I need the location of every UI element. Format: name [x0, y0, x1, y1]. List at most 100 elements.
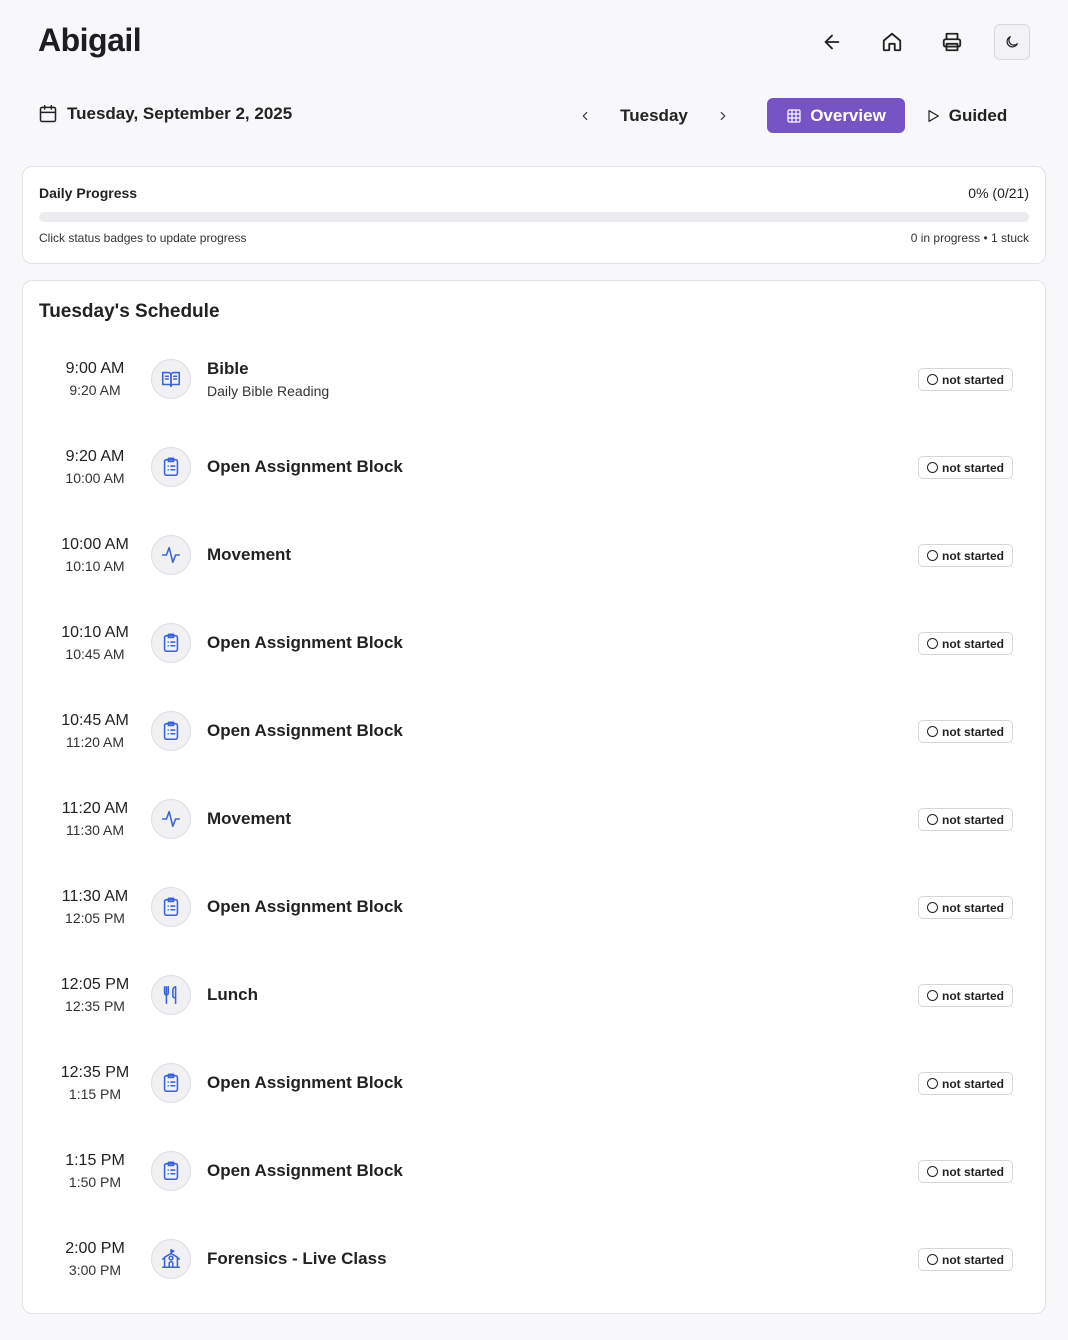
activity-subtitle: Daily Bible Reading: [207, 383, 330, 399]
schedule-item: 9:00 AM 9:20 AM Bible Daily Bible Readin…: [23, 335, 1045, 423]
status-label: not started: [941, 1076, 1004, 1091]
time-range: 11:20 AM 11:30 AM: [45, 799, 145, 840]
grid-icon: [787, 108, 801, 123]
start-time: 11:30 AM: [61, 888, 129, 905]
status-label: not started: [941, 900, 1004, 915]
start-time: 12:05 PM: [60, 976, 130, 993]
schedule-item: 11:20 AM 11:30 AM Movement not started: [23, 775, 1045, 863]
activity-info: Open Assignment Block: [207, 1039, 403, 1127]
guided-mode-button[interactable]: Guided: [916, 98, 1016, 133]
progress-hint: Click status badges to update progress: [39, 231, 247, 245]
activity-title: Open Assignment Block: [207, 633, 403, 652]
activity-icon-wrapper: [151, 535, 191, 575]
activity-icon-wrapper: [151, 447, 191, 487]
status-badge[interactable]: not started: [917, 1072, 1013, 1095]
status-label: not started: [941, 372, 1004, 387]
circle-icon: [926, 374, 938, 385]
end-time: 10:45 AM: [65, 646, 125, 662]
status-badge[interactable]: not started: [917, 368, 1013, 391]
status-badge[interactable]: not started: [917, 544, 1013, 567]
end-time: 10:10 AM: [65, 558, 125, 574]
schedule-item: 10:10 AM 10:45 AM Open Assignment Block …: [23, 599, 1045, 687]
start-time: 9:20 AM: [65, 448, 125, 465]
activity-title: Lunch: [207, 985, 258, 1004]
overview-mode-button[interactable]: Overview: [767, 98, 905, 133]
schedule-item: 12:35 PM 1:15 PM Open Assignment Block n…: [23, 1039, 1045, 1127]
schedule-list: 9:00 AM 9:20 AM Bible Daily Bible Readin…: [23, 335, 1045, 1303]
circle-icon: [926, 462, 938, 473]
progress-stats: 0 in progress • 1 stuck: [910, 231, 1029, 245]
back-button[interactable]: [814, 24, 850, 60]
circle-icon: [926, 726, 938, 737]
previous-day-button[interactable]: [570, 101, 600, 131]
end-time: 3:00 PM: [68, 1262, 122, 1278]
activity-icon: [161, 810, 181, 828]
theme-toggle-button[interactable]: [994, 24, 1030, 60]
book-open-icon: [161, 371, 181, 388]
activity-icon-wrapper: [151, 359, 191, 399]
start-time: 11:20 AM: [61, 800, 129, 817]
status-label: not started: [941, 1164, 1004, 1179]
header-actions: [790, 24, 1030, 60]
progress-bar: [39, 212, 1029, 222]
home-button[interactable]: [874, 24, 910, 60]
activity-icon-wrapper: [151, 1063, 191, 1103]
time-range: 1:15 PM 1:50 PM: [45, 1151, 145, 1192]
activity-title: Movement: [207, 809, 292, 828]
time-range: 10:00 AM 10:10 AM: [45, 535, 145, 576]
utensils-icon: [163, 985, 177, 1005]
activity-icon-wrapper: [151, 1151, 191, 1191]
activity-info: Movement: [207, 775, 291, 863]
time-range: 2:00 PM 3:00 PM: [45, 1239, 145, 1280]
clipboard-list-icon: [163, 721, 179, 741]
start-time: 9:00 AM: [65, 360, 125, 377]
status-badge[interactable]: not started: [917, 984, 1013, 1007]
chevron-left-icon: [582, 111, 588, 121]
activity-info: Forensics - Live Class: [207, 1215, 387, 1303]
status-label: not started: [941, 636, 1004, 651]
clipboard-list-icon: [163, 897, 179, 917]
activity-title: Open Assignment Block: [207, 457, 403, 476]
status-badge[interactable]: not started: [917, 808, 1013, 831]
date-bar: Tuesday, September 2, 2025 Tuesday Overv…: [0, 96, 1068, 136]
day-navigator: Tuesday: [570, 98, 738, 134]
status-badge[interactable]: not started: [917, 456, 1013, 479]
status-badge[interactable]: not started: [917, 1160, 1013, 1183]
activity-info: Movement: [207, 511, 291, 599]
circle-icon: [926, 814, 938, 825]
time-range: 12:05 PM 12:35 PM: [45, 975, 145, 1016]
time-range: 10:45 AM 11:20 AM: [45, 711, 145, 752]
progress-title: Daily Progress: [39, 185, 138, 201]
activity-info: Bible Daily Bible Reading: [207, 335, 329, 423]
start-time: 12:35 PM: [60, 1064, 130, 1081]
time-range: 10:10 AM 10:45 AM: [45, 623, 145, 664]
circle-icon: [926, 638, 938, 649]
status-badge[interactable]: not started: [917, 896, 1013, 919]
activity-icon-wrapper: [151, 799, 191, 839]
current-date: Tuesday, September 2, 2025: [67, 104, 293, 123]
clipboard-list-icon: [163, 457, 179, 477]
activity-title: Open Assignment Block: [207, 897, 403, 916]
next-day-button[interactable]: [708, 101, 738, 131]
print-button[interactable]: [934, 24, 970, 60]
start-time: 10:10 AM: [61, 624, 129, 641]
end-time: 11:20 AM: [65, 734, 125, 750]
progress-summary: 0% (0/21): [968, 185, 1029, 201]
status-label: not started: [941, 812, 1004, 827]
start-time: 1:15 PM: [65, 1152, 125, 1169]
status-badge[interactable]: not started: [917, 632, 1013, 655]
printer-icon: [942, 32, 962, 52]
status-badge[interactable]: not started: [917, 1248, 1013, 1271]
status-label: not started: [941, 460, 1004, 475]
activity-icon: [161, 546, 181, 564]
activity-icon-wrapper: [151, 975, 191, 1015]
schedule-item: 10:45 AM 11:20 AM Open Assignment Block …: [23, 687, 1045, 775]
time-range: 9:00 AM 9:20 AM: [45, 359, 145, 400]
guided-label: Guided: [948, 105, 1008, 125]
clipboard-list-icon: [163, 1073, 179, 1093]
activity-info: Open Assignment Block: [207, 863, 403, 951]
circle-icon: [926, 902, 938, 913]
circle-icon: [926, 1254, 938, 1265]
status-badge[interactable]: not started: [917, 720, 1013, 743]
circle-icon: [926, 990, 938, 1001]
